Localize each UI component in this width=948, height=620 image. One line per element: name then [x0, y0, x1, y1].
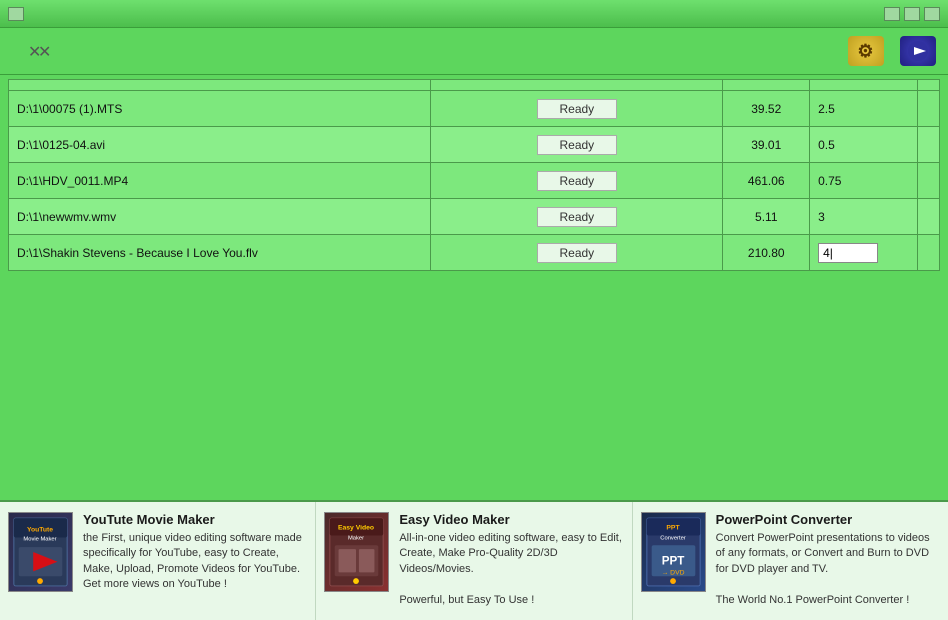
state-cell: Ready [431, 91, 723, 127]
table-row: D:\1\newwmv.wmv Ready 5.113 [9, 199, 940, 235]
file-cell: D:\1\newwmv.wmv [9, 199, 431, 235]
svg-text:PPT: PPT [666, 525, 680, 532]
table-row: D:\1\Shakin Stevens - Because I Love You… [9, 235, 940, 271]
table-row: D:\1\HDV_0011.MP4 Ready 461.060.75 [9, 163, 940, 199]
speed-cell: 0.75 [810, 163, 918, 199]
ad-item[interactable]: Easy Video Maker Easy Video MakerAll-in-… [316, 502, 632, 620]
duration-cell: 461.06 [723, 163, 810, 199]
settings-icon: ⚙ [848, 36, 884, 66]
speed-cell: 0.5 [810, 127, 918, 163]
ad-thumbnail: Easy Video Maker [324, 512, 389, 592]
render-icon [900, 36, 936, 66]
table-body: D:\1\00075 (1).MTSReady39.522.5D:\1\0125… [9, 91, 940, 271]
main-area: D:\1\00075 (1).MTSReady39.522.5D:\1\0125… [0, 75, 948, 423]
render-button[interactable] [896, 36, 936, 66]
ad-thumbnail: PPT Converter PPT → DVD [641, 512, 706, 592]
state-cell: Ready [431, 199, 723, 235]
delete-all-button[interactable]: ✕ ✕ [28, 40, 52, 62]
duration-cell: 39.52 [723, 91, 810, 127]
duration-cell: 210.80 [723, 235, 810, 271]
ad-title: Easy Video Maker [399, 512, 623, 527]
state-badge: Ready [537, 243, 617, 263]
extra-cell [918, 91, 940, 127]
titlebar [0, 0, 948, 28]
ad-title: PowerPoint Converter [716, 512, 940, 527]
col-header-speed [810, 80, 918, 91]
extra-cell [918, 127, 940, 163]
toolbar-right: ⚙ [844, 36, 936, 66]
col-header-duration [723, 80, 810, 91]
table-row: D:\1\00075 (1).MTS Ready 39.522.5 [9, 91, 940, 127]
ad-content: PowerPoint Converter Convert PowerPoint p… [716, 512, 940, 608]
maximize-button[interactable] [904, 7, 920, 21]
ad-description: the First, unique video editing software… [83, 531, 307, 593]
speed-input[interactable] [818, 243, 878, 263]
ad-description: Convert PowerPoint presentations to vide… [716, 531, 940, 608]
table-header-row [9, 80, 940, 91]
svg-text:Converter: Converter [660, 535, 686, 541]
state-badge: Ready [537, 171, 617, 191]
toolbar: ✕ ✕ ⚙ [0, 28, 948, 75]
close-button[interactable] [924, 7, 940, 21]
extra-cell [918, 199, 940, 235]
state-cell: Ready [431, 127, 723, 163]
col-header-file [9, 80, 431, 91]
duration-cell: 5.11 [723, 199, 810, 235]
ad-title: YouTute Movie Maker [83, 512, 307, 527]
extra-cell [918, 163, 940, 199]
state-badge: Ready [537, 99, 617, 119]
table-row: D:\1\0125-04.avi Ready 39.010.5 [9, 127, 940, 163]
svg-text:→ DVD: → DVD [661, 569, 684, 576]
help-button[interactable] [8, 7, 24, 21]
file-cell: D:\1\0125-04.avi [9, 127, 431, 163]
svg-text:✕: ✕ [38, 44, 51, 61]
state-cell: Ready [431, 163, 723, 199]
svg-text:PPT: PPT [661, 555, 684, 568]
svg-text:Maker: Maker [348, 535, 364, 541]
file-table: D:\1\00075 (1).MTSReady39.522.5D:\1\0125… [8, 79, 940, 271]
file-cell: D:\1\00075 (1).MTS [9, 91, 431, 127]
svg-text:YouTute: YouTute [27, 527, 53, 534]
ads-area: YouTute Movie Maker YouTute Movie Makert… [0, 500, 948, 620]
ad-content: YouTute Movie Maker the First, unique vid… [83, 512, 307, 593]
state-badge: Ready [537, 135, 617, 155]
settings-button[interactable]: ⚙ [844, 36, 884, 66]
toolbar-left: ✕ ✕ [12, 40, 76, 62]
col-header-state [431, 80, 723, 91]
window-controls [884, 7, 940, 21]
minimize-button[interactable] [884, 7, 900, 21]
ad-thumbnail: YouTute Movie Maker [8, 512, 73, 592]
state-badge: Ready [537, 207, 617, 227]
ad-description: All-in-one video editing software, easy … [399, 531, 623, 608]
col-header-extra [918, 80, 940, 91]
ad-content: Easy Video Maker All-in-one video editing… [399, 512, 623, 608]
file-cell: D:\1\HDV_0011.MP4 [9, 163, 431, 199]
svg-text:Easy Video: Easy Video [338, 525, 374, 532]
ad-item[interactable]: YouTute Movie Maker YouTute Movie Makert… [0, 502, 316, 620]
state-cell: Ready [431, 235, 723, 271]
speed-cell: 3 [810, 199, 918, 235]
duration-cell: 39.01 [723, 127, 810, 163]
extra-cell [918, 235, 940, 271]
file-cell: D:\1\Shakin Stevens - Because I Love You… [9, 235, 431, 271]
speed-cell: 2.5 [810, 91, 918, 127]
ad-item[interactable]: PPT Converter PPT → DVD PowerPoint Conve… [633, 502, 948, 620]
speed-cell [810, 235, 918, 271]
svg-text:Movie Maker: Movie Maker [23, 536, 56, 542]
